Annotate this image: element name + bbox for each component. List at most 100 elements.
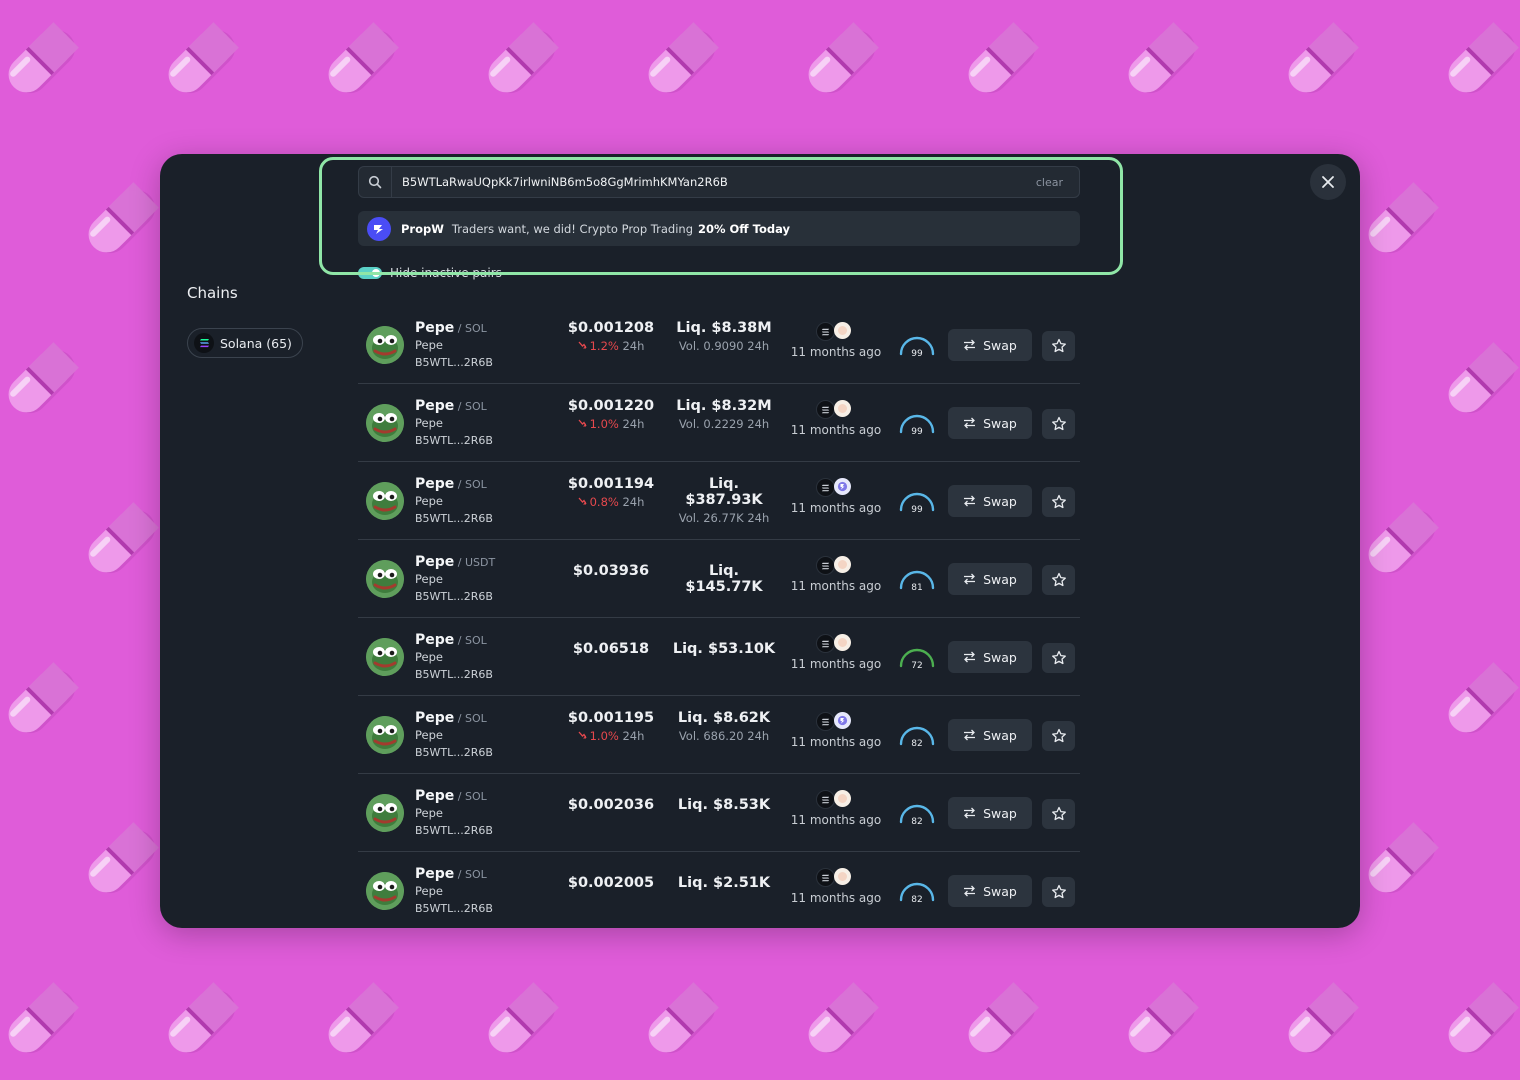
liquidity: Liq. $8.53K: [677, 797, 771, 813]
safety-score-value: 99: [911, 349, 923, 358]
swap-arrows-icon: [964, 339, 976, 351]
close-button[interactable]: [1310, 164, 1346, 200]
result-row[interactable]: Pepe / SOL Pepe B5WTL...2R6B $0.001208 1…: [358, 306, 1080, 384]
pill-decoration: [1117, 18, 1203, 104]
raydium-dex-icon: [833, 556, 851, 573]
volume-value: Vol. 686.20: [678, 729, 744, 743]
liquidity: Liq. $8.38M: [676, 320, 772, 336]
quote-symbol: SOL: [464, 790, 487, 803]
pill-decoration: [317, 18, 403, 104]
result-row[interactable]: Pepe / SOL Pepe B5WTL...2R6B $0.001194 0…: [358, 462, 1080, 540]
trend-down-icon: [578, 731, 587, 739]
liquidity-info: Liq. $8.53K: [668, 797, 780, 813]
solana-icon: [194, 333, 214, 353]
swap-label: Swap: [983, 883, 1017, 899]
hide-inactive-toggle-row[interactable]: Hide inactive pairs: [358, 266, 502, 280]
chains-title: Chains: [187, 284, 238, 302]
price-info: $0.002036: [556, 797, 666, 813]
search-modal: clear PropW Traders want, we did! Crypto…: [160, 154, 1360, 928]
token-info: Pepe / SOL Pepe B5WTL...2R6B: [415, 318, 493, 371]
favorite-button[interactable]: [1042, 799, 1075, 829]
safety-score-value: 81: [911, 583, 922, 592]
volume-period: 24h: [747, 511, 770, 525]
swap-button[interactable]: Swap: [948, 407, 1032, 439]
favorite-button[interactable]: [1042, 565, 1075, 595]
pill-decoration: [157, 18, 243, 104]
star-icon: [1051, 650, 1066, 665]
dex-info: 11 months ago: [786, 712, 886, 749]
favorite-button[interactable]: [1042, 331, 1075, 361]
ad-banner[interactable]: PropW Traders want, we did! Crypto Prop …: [358, 211, 1080, 246]
price: $0.001194: [567, 476, 655, 492]
quote-symbol: SOL: [464, 478, 487, 491]
solana-chain-icon: [815, 790, 835, 809]
token-info: Pepe / SOL Pepe B5WTL...2R6B: [415, 474, 493, 527]
pair-age: 11 months ago: [790, 735, 882, 749]
token-name: Pepe: [415, 494, 443, 508]
swap-button[interactable]: Swap: [948, 797, 1032, 829]
pill-decoration: [0, 658, 83, 744]
result-row[interactable]: Pepe / SOL Pepe B5WTL...2R6B $0.06518 Li…: [358, 618, 1080, 696]
safety-score-value: 99: [911, 427, 923, 436]
liquidity-info: Liq. $8.32M Vol. 0.2229 24h: [668, 398, 780, 431]
token-info: Pepe / SOL Pepe B5WTL...2R6B: [415, 786, 493, 839]
safety-score-gauge: 81: [898, 564, 936, 593]
quote-separator: /: [454, 478, 465, 491]
swap-button[interactable]: Swap: [948, 329, 1032, 361]
quote-separator: /: [454, 868, 465, 881]
search-bar: clear: [358, 166, 1080, 198]
pill-decoration: [1437, 658, 1520, 744]
swap-button[interactable]: Swap: [948, 485, 1032, 517]
solana-chain-icon: [815, 478, 835, 497]
safety-score-value: 82: [911, 895, 922, 904]
token-info: Pepe / USDT Pepe B5WTL...2R6B: [415, 552, 495, 605]
price-change-period: 24h: [622, 729, 645, 743]
result-row[interactable]: Pepe / USDT Pepe B5WTL...2R6B $0.03936 L…: [358, 540, 1080, 618]
result-row[interactable]: Pepe / SOL Pepe B5WTL...2R6B $0.001195 1…: [358, 696, 1080, 774]
swap-label: Swap: [983, 337, 1017, 353]
swap-button[interactable]: Swap: [948, 641, 1032, 673]
favorite-button[interactable]: [1042, 643, 1075, 673]
liquidity: Liq. $2.51K: [677, 875, 771, 891]
solana-chain-icon: [815, 400, 835, 419]
token-symbol: Pepe: [415, 320, 455, 336]
clear-button[interactable]: clear: [1036, 176, 1063, 189]
result-row[interactable]: Pepe / SOL Pepe B5WTL...2R6B $0.001220 1…: [358, 384, 1080, 462]
star-icon: [1051, 884, 1066, 899]
favorite-button[interactable]: [1042, 487, 1075, 517]
swap-arrows-icon: [964, 807, 976, 819]
swap-button[interactable]: Swap: [948, 875, 1032, 907]
favorite-button[interactable]: [1042, 721, 1075, 751]
price: $0.03936: [572, 563, 650, 579]
liquidity: Liq. $8.62K: [677, 710, 771, 726]
price-change: 0.8% 24h: [556, 495, 666, 509]
swap-button[interactable]: Swap: [948, 719, 1032, 751]
pill-decoration: [77, 818, 163, 904]
liquidity-info: Liq. $2.51K: [668, 875, 780, 891]
chain-filter-solana[interactable]: Solana (65): [187, 328, 303, 358]
token-symbol: Pepe: [415, 398, 455, 414]
safety-score-value: 82: [911, 739, 922, 748]
token-address: B5WTL...2R6B: [415, 590, 493, 603]
favorite-button[interactable]: [1042, 877, 1075, 907]
dex-info: 11 months ago: [786, 478, 886, 515]
search-input[interactable]: [392, 167, 1036, 197]
hide-inactive-toggle[interactable]: [358, 267, 382, 279]
dex-info: 11 months ago: [786, 868, 886, 905]
favorite-button[interactable]: [1042, 409, 1075, 439]
price-change-value: 0.8%: [589, 495, 619, 509]
liquidity: Liq. $8.32M: [676, 398, 772, 414]
result-row[interactable]: Pepe / SOL Pepe B5WTL...2R6B $0.002036 L…: [358, 774, 1080, 852]
pair-age: 11 months ago: [790, 345, 882, 359]
swap-arrows-icon: [964, 885, 976, 897]
star-icon: [1051, 806, 1066, 821]
price: $0.002005: [567, 875, 655, 891]
swap-button[interactable]: Swap: [948, 563, 1032, 595]
raydium-dex-icon: [833, 790, 851, 807]
token-name: Pepe: [415, 884, 443, 898]
liquidity: Liq. $145.77K: [685, 563, 763, 595]
pair-age: 11 months ago: [790, 891, 882, 905]
solana-chain-icon: [815, 868, 835, 887]
result-row[interactable]: Pepe / SOL Pepe B5WTL...2R6B $0.002005 L…: [358, 852, 1080, 928]
dex-info: 11 months ago: [786, 400, 886, 437]
